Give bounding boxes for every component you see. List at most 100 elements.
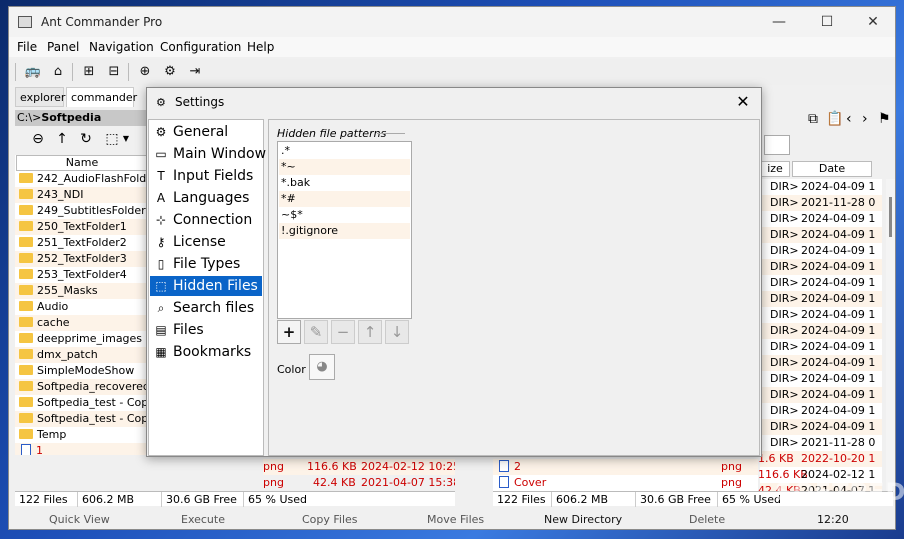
table-row[interactable]: DIR> 2024-04-09 1 [760, 227, 882, 243]
table-row[interactable]: DIR> 2024-04-09 1 [760, 403, 882, 419]
file-row-details[interactable]: png 42.4 KB 2021-04-07 15:38 [263, 475, 455, 491]
nav-item-main-window[interactable]: ▭ Main Window [150, 144, 266, 164]
list-item[interactable]: Softpedia_recovered [15, 379, 148, 395]
delete-button[interactable]: Delete [689, 513, 725, 526]
maximize-button[interactable]: ☐ [817, 13, 837, 31]
pattern-list[interactable]: .* *~ *.bak *# ~$* !.gitignore [277, 141, 412, 319]
list-item[interactable]: 2 png [493, 459, 758, 475]
tab-commander[interactable]: commander [66, 87, 137, 107]
column-header-date[interactable]: Date [792, 161, 872, 177]
table-row[interactable]: 1.6 KB 2022-10-20 1 [758, 451, 882, 467]
bookmark-icon[interactable]: ⚑ [878, 111, 891, 127]
table-row[interactable]: DIR> 2024-04-09 1 [760, 371, 882, 387]
execute-button[interactable]: Execute [181, 513, 225, 526]
list-item[interactable]: 242_AudioFlashFolder1 [15, 171, 148, 187]
list-item[interactable]: 249_SubtitlesFolder [15, 203, 148, 219]
table-row[interactable]: DIR> 2024-04-09 1 [760, 259, 882, 275]
nav-item-files[interactable]: ▤ Files [150, 320, 262, 340]
minimize-button[interactable]: — [769, 13, 789, 31]
table-row[interactable]: DIR> 2024-04-09 1 [760, 339, 882, 355]
list-item[interactable]: Cover png [493, 475, 758, 491]
table-row[interactable]: DIR> 2024-04-09 1 [760, 179, 882, 195]
list-item[interactable]: dmx_patch [15, 347, 148, 363]
nav-item-file-types[interactable]: ▯ File Types [150, 254, 262, 274]
quick-view-button[interactable]: Quick View [49, 513, 110, 526]
exit-icon[interactable]: ⇥ [186, 63, 204, 81]
scrollbar[interactable] [886, 179, 895, 491]
pattern-item[interactable]: .* [279, 143, 410, 159]
nav-item-languages[interactable]: A Languages [150, 188, 262, 208]
tab-explorer[interactable]: explorer [15, 87, 65, 107]
table-row[interactable]: DIR> 2024-04-09 1 [760, 355, 882, 371]
file-row-details[interactable]: png 116.6 KB 2024-02-12 10:25 [263, 459, 455, 475]
pattern-item[interactable]: ~$* [279, 207, 410, 223]
nav-item-input-fields[interactable]: T Input Fields [150, 166, 262, 186]
close-window-button[interactable]: ✕ [863, 13, 883, 31]
refresh-icon[interactable]: ↻ [77, 129, 95, 149]
menu-help[interactable]: Help [247, 40, 274, 54]
new-directory-button[interactable]: New Directory [544, 513, 622, 526]
scrollbar-thumb[interactable] [889, 197, 892, 237]
column-header-size[interactable]: ize [760, 161, 790, 177]
pattern-item[interactable]: *.bak [279, 175, 410, 191]
settings-icon[interactable]: ⚙ [161, 63, 179, 81]
home-icon[interactable]: ⌂ [49, 63, 67, 81]
table-row[interactable]: DIR> 2024-04-09 1 [760, 211, 882, 227]
bus-icon[interactable]: 🚌 [24, 63, 42, 81]
copy-icon[interactable]: ⧉ [808, 111, 818, 127]
table-row[interactable]: DIR> 2021-11-28 0 [760, 435, 882, 451]
table-row[interactable]: DIR> 2024-04-09 1 [760, 419, 882, 435]
menu-file[interactable]: File [17, 40, 37, 54]
forward-icon[interactable]: › [862, 111, 868, 127]
add-panel-icon[interactable]: ⊞ [80, 63, 98, 81]
table-row[interactable]: DIR> 2024-04-09 1 [760, 307, 882, 323]
edit-pattern-button[interactable]: ✎ [304, 320, 328, 344]
column-header-name[interactable]: Name [16, 155, 148, 171]
table-row[interactable]: DIR> 2024-04-09 1 [760, 275, 882, 291]
move-up-button[interactable]: ↑ [358, 320, 382, 344]
list-item[interactable]: Audio [15, 299, 148, 315]
list-item[interactable]: 253_TextFolder4 [15, 267, 148, 283]
pattern-item[interactable]: *# [279, 191, 410, 207]
copy-files-button[interactable]: Copy Files [302, 513, 358, 526]
table-row[interactable]: DIR> 2021-11-28 0 [760, 195, 882, 211]
nav-item-general[interactable]: ⚙ General [150, 122, 262, 142]
list-item[interactable]: Softpedia_test - Copy [15, 395, 148, 411]
move-down-button[interactable]: ↓ [385, 320, 409, 344]
table-row[interactable]: DIR> 2024-04-09 1 [760, 291, 882, 307]
menu-panel[interactable]: Panel [47, 40, 79, 54]
move-files-button[interactable]: Move Files [427, 513, 484, 526]
up-arrow-icon[interactable]: ↑ [53, 129, 71, 149]
list-item[interactable]: 255_Masks [15, 283, 148, 299]
list-item[interactable]: 250_TextFolder1 [15, 219, 148, 235]
color-picker-button[interactable]: ◕ [309, 354, 335, 380]
nav-item-bookmarks[interactable]: ▦ Bookmarks [150, 342, 262, 362]
nav-item-license[interactable]: ⚷ License [150, 232, 262, 252]
menu-configuration[interactable]: Configuration [160, 40, 241, 54]
list-item[interactable]: 1 [15, 443, 148, 455]
list-item[interactable]: cache [15, 315, 148, 331]
list-item[interactable]: 251_TextFolder2 [15, 235, 148, 251]
clipboard-icon[interactable]: 📋 [826, 111, 843, 127]
table-row[interactable]: DIR> 2024-04-09 1 [760, 243, 882, 259]
select-icon[interactable]: ⬚ [103, 129, 121, 149]
table-row[interactable]: DIR> 2024-04-09 1 [760, 323, 882, 339]
list-item[interactable]: 243_NDI [15, 187, 148, 203]
nav-item-connection[interactable]: ⊹ Connection [150, 210, 262, 230]
back-icon[interactable]: ‹ [846, 111, 852, 127]
list-item[interactable]: Softpedia_test - Copy ( [15, 411, 148, 427]
list-item[interactable]: SimpleModeShow [15, 363, 148, 379]
add-pattern-button[interactable]: + [277, 320, 301, 344]
menu-navigation[interactable]: Navigation [89, 40, 154, 54]
close-icon[interactable]: ✕ [733, 91, 753, 113]
pattern-item[interactable]: *~ [279, 159, 410, 175]
zoom-icon[interactable]: ⊕ [136, 63, 154, 81]
drive-icon[interactable]: ⊖ [29, 129, 47, 149]
nav-item-hidden-files[interactable]: ⬚ Hidden Files [150, 276, 262, 296]
table-row[interactable]: DIR> 2024-04-09 1 [760, 387, 882, 403]
chevron-down-icon[interactable]: ▼ [121, 129, 131, 149]
remove-pattern-button[interactable]: − [331, 320, 355, 344]
list-item[interactable]: 252_TextFolder3 [15, 251, 148, 267]
pattern-item[interactable]: !.gitignore [279, 223, 410, 239]
list-item[interactable]: deepprime_images [15, 331, 148, 347]
